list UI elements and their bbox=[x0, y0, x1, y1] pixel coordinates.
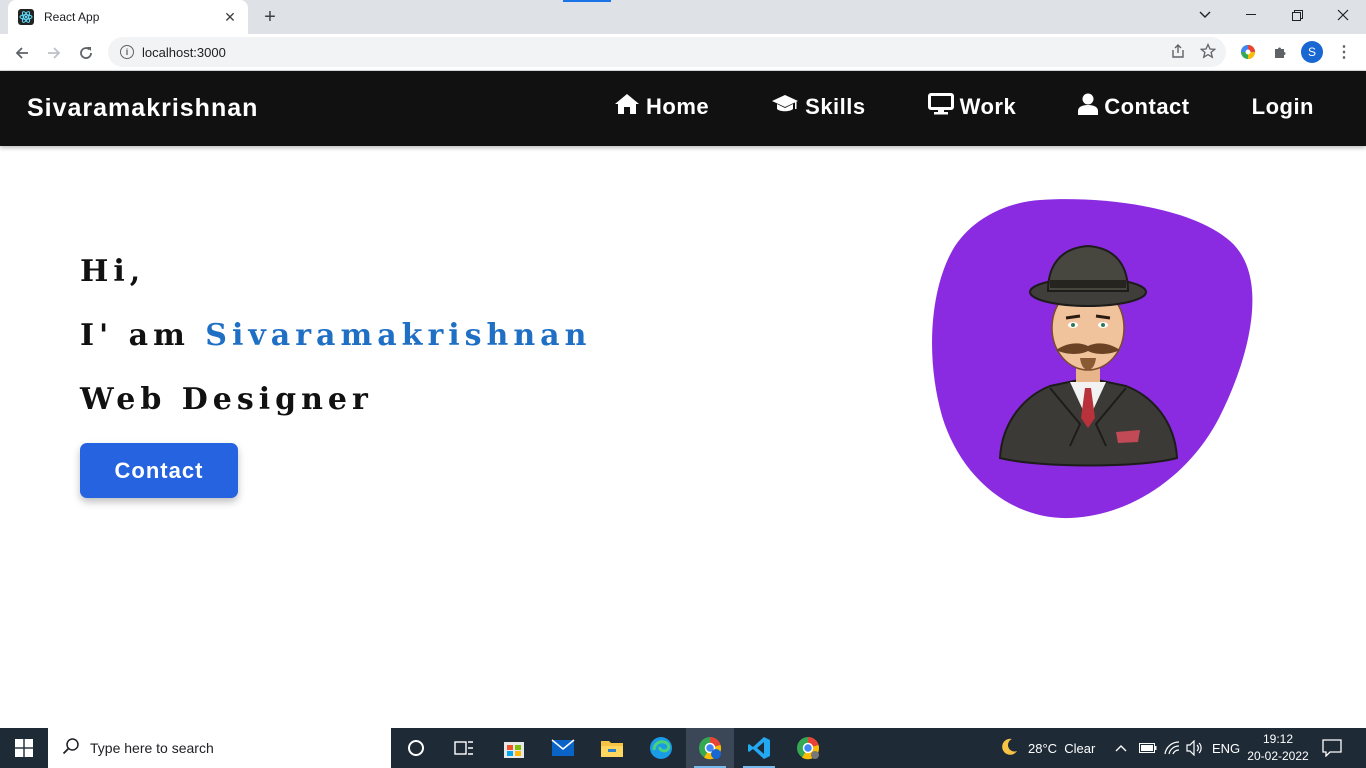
task-view-icon[interactable] bbox=[440, 728, 488, 768]
weather-text: 28°C Clear bbox=[1028, 740, 1096, 756]
hero-name: Sivaramakrishnan bbox=[205, 318, 592, 353]
site-navbar: Sivaramakrishnan Home Skills Work Contac… bbox=[0, 71, 1366, 146]
cortana-icon[interactable] bbox=[392, 728, 440, 768]
search-icon bbox=[62, 737, 80, 760]
browser-tab-strip: React App ✕ + bbox=[0, 0, 1366, 34]
volume-icon[interactable] bbox=[1186, 728, 1204, 768]
brand-logo[interactable]: Sivaramakrishnan bbox=[27, 94, 258, 123]
nav-work[interactable]: Work bbox=[927, 93, 1017, 121]
hero-greeting: Hi, bbox=[80, 254, 146, 289]
contact-button[interactable]: Contact bbox=[80, 443, 238, 498]
share-icon[interactable] bbox=[1170, 43, 1186, 63]
language-indicator[interactable]: ENG bbox=[1212, 728, 1240, 768]
tab-title: React App bbox=[44, 10, 100, 24]
nav-contact[interactable]: Contact bbox=[1078, 93, 1189, 121]
nav-skills-label: Skills bbox=[805, 94, 866, 119]
clock-date: 20-02-2022 bbox=[1247, 749, 1309, 763]
home-icon bbox=[614, 93, 646, 121]
site-info-icon[interactable]: i bbox=[120, 45, 134, 59]
hero-intro-prefix: I' am bbox=[80, 318, 190, 353]
weather-widget[interactable]: 28°C Clear bbox=[1000, 728, 1095, 768]
nav-login-label: Login bbox=[1251, 94, 1314, 119]
forward-button[interactable] bbox=[40, 39, 68, 67]
hero-intro: I' am Sivaramakrishnan bbox=[80, 318, 591, 353]
nav-work-label: Work bbox=[959, 94, 1017, 119]
windows-taskbar: Type here to search 28°C Clear ENG 19:12… bbox=[0, 728, 1366, 768]
nav-home[interactable]: Home bbox=[614, 93, 709, 121]
tab-search-button[interactable] bbox=[1182, 0, 1228, 30]
search-placeholder: Type here to search bbox=[90, 740, 214, 756]
back-button[interactable] bbox=[8, 39, 36, 67]
reload-button[interactable] bbox=[72, 39, 100, 67]
new-tab-button[interactable]: + bbox=[258, 6, 282, 28]
browser-toolbar: i localhost:3000 bbox=[0, 34, 1366, 71]
graduation-cap-icon bbox=[771, 94, 805, 120]
hero-role: Web Designer bbox=[80, 382, 373, 417]
taskbar-search-box[interactable]: Type here to search bbox=[48, 728, 391, 768]
user-icon bbox=[1078, 93, 1104, 121]
profile-avatar[interactable]: S bbox=[1301, 41, 1323, 63]
notifications-icon[interactable] bbox=[1322, 728, 1342, 768]
microsoft-store-icon[interactable] bbox=[490, 728, 538, 768]
nav-home-label: Home bbox=[646, 94, 710, 119]
mail-icon[interactable] bbox=[539, 728, 587, 768]
close-tab-icon[interactable]: ✕ bbox=[222, 9, 238, 25]
moon-icon bbox=[1000, 738, 1018, 759]
desktop-icon bbox=[927, 93, 960, 121]
bookmark-star-icon[interactable] bbox=[1199, 42, 1217, 63]
restore-button[interactable] bbox=[1274, 0, 1320, 30]
chrome-profile-icon[interactable] bbox=[784, 728, 832, 768]
chrome-taskbar-icon[interactable] bbox=[686, 728, 734, 768]
browser-tab[interactable]: React App ✕ bbox=[8, 0, 248, 34]
tab-loading-indicator bbox=[563, 0, 611, 2]
nav-skills[interactable]: Skills bbox=[771, 94, 865, 120]
edge-browser-icon[interactable] bbox=[637, 728, 685, 768]
vscode-icon[interactable] bbox=[735, 728, 783, 768]
show-hidden-icons-chevron-icon[interactable] bbox=[1115, 728, 1127, 768]
color-extension-icon[interactable] bbox=[1238, 42, 1258, 62]
react-icon bbox=[18, 9, 34, 25]
file-explorer-icon[interactable] bbox=[588, 728, 636, 768]
nav-login[interactable]: Login bbox=[1252, 94, 1314, 120]
nav-contact-label: Contact bbox=[1104, 94, 1190, 119]
url-text: localhost:3000 bbox=[142, 44, 226, 60]
main-menu: Home Skills Work Contact Login bbox=[552, 93, 1314, 121]
battery-icon[interactable] bbox=[1139, 728, 1157, 768]
hero-avatar bbox=[930, 196, 1256, 522]
close-window-button[interactable] bbox=[1320, 0, 1366, 30]
windows-start-button[interactable] bbox=[0, 728, 48, 768]
more-menu-icon[interactable]: ⋮ bbox=[1334, 42, 1354, 62]
puzzle-extensions-icon[interactable] bbox=[1270, 42, 1290, 62]
minimize-button[interactable] bbox=[1228, 0, 1274, 30]
system-clock[interactable]: 19:12 20-02-2022 bbox=[1244, 731, 1312, 765]
clock-time: 19:12 bbox=[1262, 732, 1294, 746]
address-bar[interactable]: i localhost:3000 bbox=[108, 37, 1226, 67]
wifi-icon[interactable] bbox=[1164, 728, 1180, 768]
